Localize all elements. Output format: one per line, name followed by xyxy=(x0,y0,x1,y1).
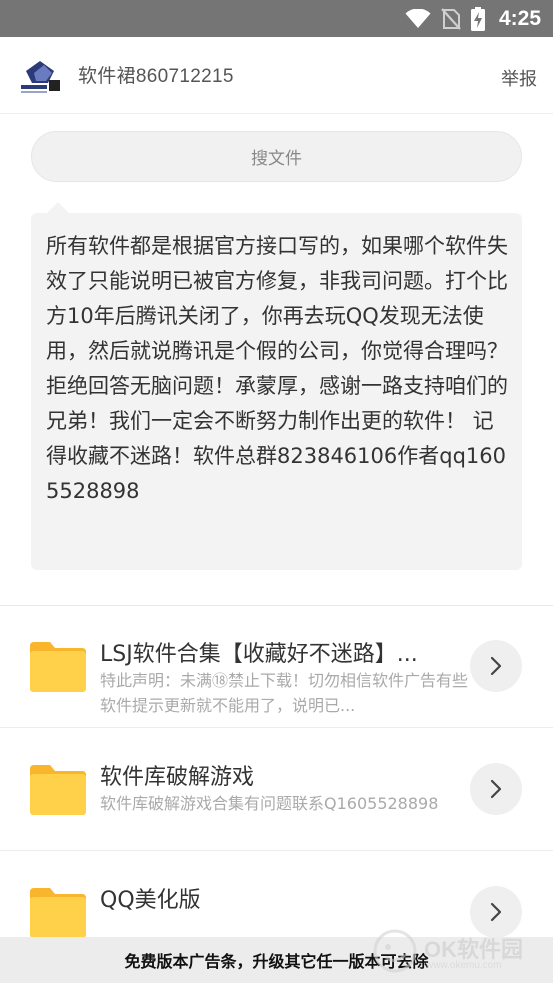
status-bar: 4:25 xyxy=(0,0,553,37)
list-item[interactable]: LSJ软件合集【收藏好不迷路】... 特此声明：未满⑱禁止下载！切勿相信软件广告… xyxy=(0,606,553,728)
search-placeholder: 搜文件 xyxy=(251,149,302,169)
list-item-title: 软件库破解游戏 xyxy=(100,765,255,790)
search-input[interactable]: 搜文件 xyxy=(31,131,522,182)
clock: 4:25 xyxy=(498,6,541,30)
list-item[interactable]: 软件库破解游戏 软件库破解游戏合集有问题联系Q1605528898 xyxy=(0,729,553,851)
list-item-desc: 软件库破解游戏合集有问题联系Q1605528898 xyxy=(100,794,439,813)
battery-charging-icon xyxy=(470,6,485,31)
list-item-title: QQ美化版 xyxy=(100,888,201,913)
report-button[interactable]: 举报 xyxy=(501,65,537,91)
wifi-icon xyxy=(405,8,431,29)
header-title: 软件裙860712215 xyxy=(78,66,234,87)
folder-icon xyxy=(30,763,86,815)
okemu-watermark: OK软件园 www.okemu.com xyxy=(372,928,542,978)
watermark-url: www.okemu.com xyxy=(426,960,502,971)
list-item-desc: 特此声明：未满⑱禁止下载！切勿相信软件广告有些软件提示更新就不能用了，说明已..… xyxy=(100,671,469,715)
software-library-logo xyxy=(18,53,62,97)
notice-text: 所有软件都是根据官方接口写的，如果哪个软件失效了只能说明已被官方修复，非我司问题… xyxy=(46,234,508,503)
app-header: 软件裙860712215 举报 xyxy=(0,37,553,114)
notice-bubble: 所有软件都是根据官方接口写的，如果哪个软件失效了只能说明已被官方修复，非我司问题… xyxy=(31,202,522,570)
chevron-right-icon[interactable] xyxy=(470,640,522,692)
no-sim-icon xyxy=(441,7,461,30)
chevron-right-icon[interactable] xyxy=(470,763,522,815)
folder-icon xyxy=(30,640,86,692)
list-item-title: LSJ软件合集【收藏好不迷路】... xyxy=(100,642,418,667)
watermark-face-icon xyxy=(373,929,417,973)
folder-icon xyxy=(30,886,86,938)
